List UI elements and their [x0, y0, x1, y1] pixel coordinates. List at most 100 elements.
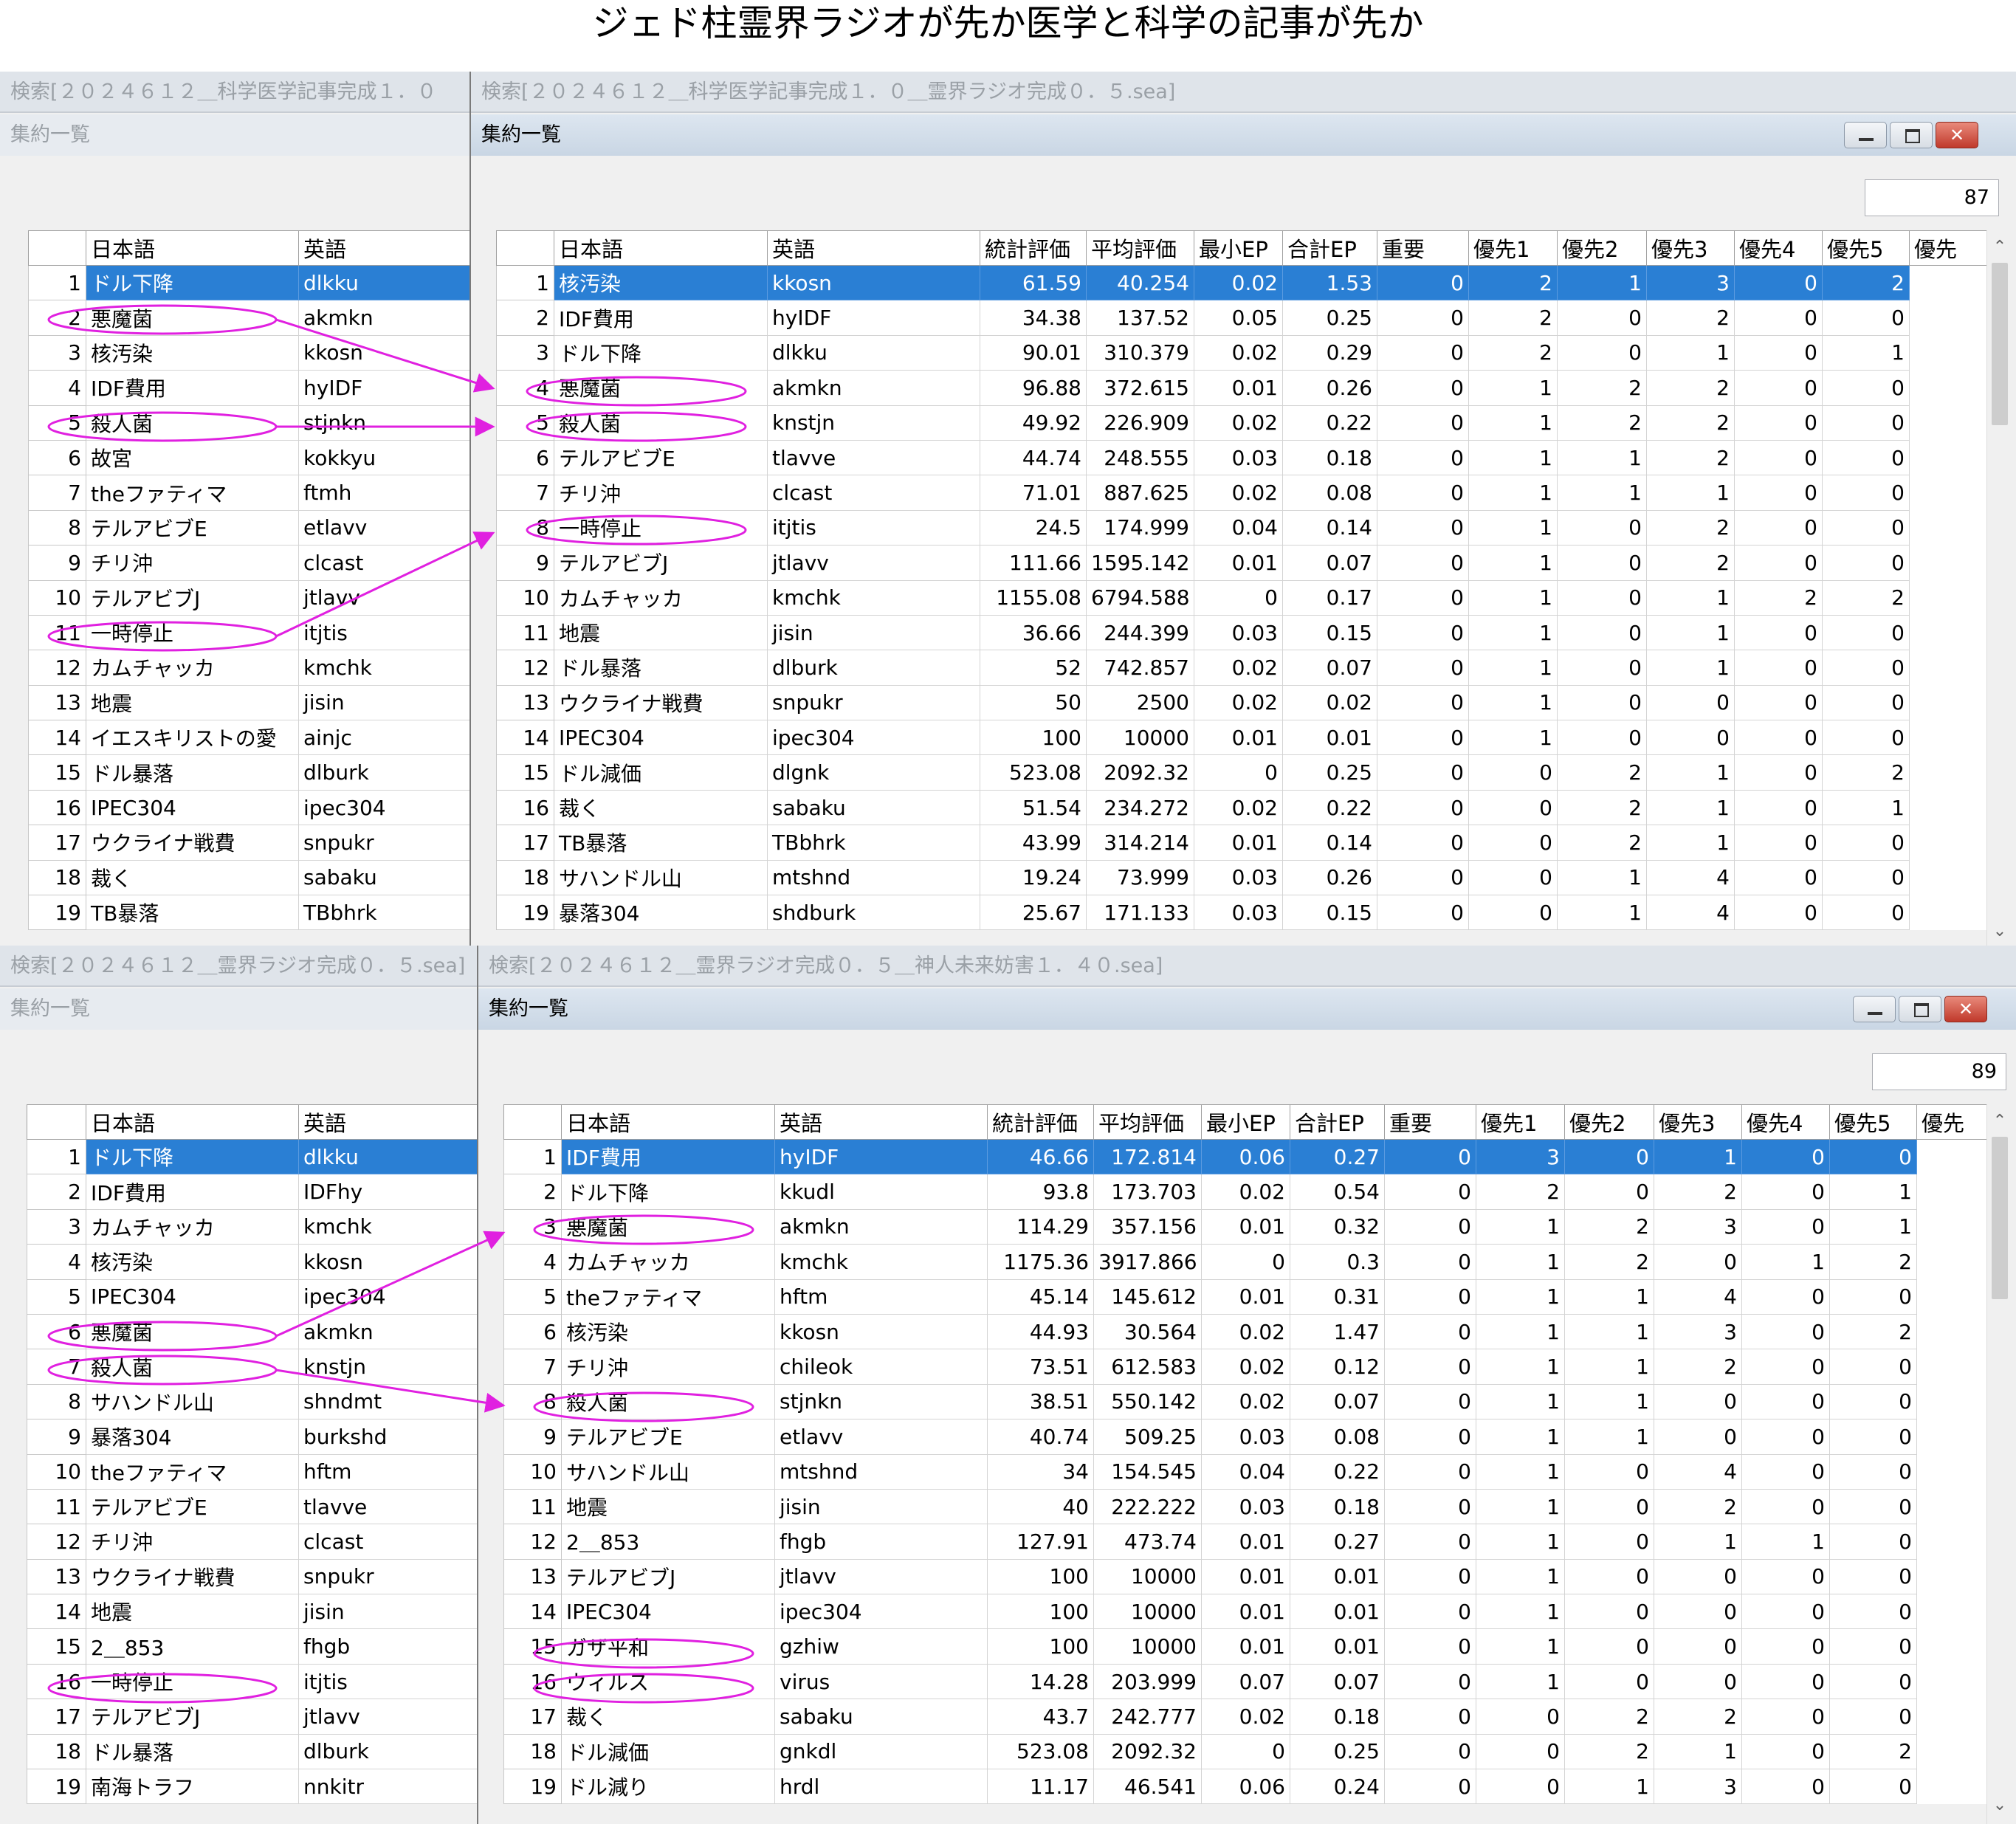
table-cell[interactable]: 1 [1476, 1663, 1565, 1700]
table-cell[interactable]: 2＿853 [86, 1628, 299, 1665]
row-number-header[interactable] [27, 1104, 86, 1140]
table-cell[interactable]: 0 [1654, 1244, 1742, 1280]
table-cell[interactable]: jtlavv [767, 545, 980, 581]
row-number[interactable]: 16 [27, 1663, 86, 1700]
row-number[interactable]: 2 [28, 300, 86, 336]
table-cell[interactable]: hyIDF [298, 370, 469, 406]
table-cell[interactable]: akmkn [298, 1313, 477, 1350]
table-row[interactable]: 14 地震 jisin [27, 1594, 477, 1630]
table-cell[interactable]: 10000 [1093, 1594, 1202, 1630]
table-row[interactable]: 11 地震 jisin 36.66 244.399 0.03 0.15 0 1 0 1 0 0 [496, 614, 1995, 651]
table-cell[interactable]: jtlavv [774, 1558, 988, 1595]
table-cell[interactable]: 222.222 [1093, 1488, 1202, 1525]
table-cell[interactable]: テルアビブJ [86, 579, 299, 616]
table-cell[interactable]: 悪魔菌 [86, 1313, 299, 1350]
table-cell[interactable]: 0 [1384, 1313, 1476, 1350]
table-cell[interactable]: knstjn [298, 1349, 477, 1385]
table-cell[interactable]: 0.01 [1201, 1278, 1290, 1315]
table-cell[interactable]: tlavve [298, 1488, 477, 1525]
table-cell[interactable]: ipec304 [298, 1278, 477, 1315]
table-cell[interactable]: 0 [1377, 789, 1469, 826]
row-number[interactable]: 4 [27, 1244, 86, 1280]
table-cell[interactable]: 1 [1476, 1313, 1565, 1350]
table-cell[interactable]: IDF費用 [86, 370, 299, 406]
table-cell[interactable]: 1 [1468, 720, 1558, 756]
table-cell[interactable]: 0 [1741, 1769, 1830, 1805]
table-cell[interactable]: 一時停止 [86, 614, 299, 651]
table-cell[interactable]: gnkdl [774, 1733, 988, 1770]
row-number[interactable]: 15 [503, 1628, 562, 1665]
chevron-up-icon[interactable]: ⌃ [1987, 1110, 2012, 1132]
table-cell[interactable]: clcast [298, 1524, 477, 1560]
table-cell[interactable]: カムチャッカ [86, 650, 299, 686]
table-cell[interactable]: ドル減価 [554, 754, 768, 791]
table-cell[interactable]: 52 [980, 650, 1087, 686]
table-cell[interactable]: 2 [1654, 1349, 1742, 1385]
table-cell[interactable]: 0.25 [1282, 754, 1377, 791]
table-cell[interactable]: 0.14 [1282, 509, 1377, 546]
table-cell[interactable]: 0 [1377, 264, 1469, 301]
table-cell[interactable]: 1 [1476, 1488, 1565, 1525]
table-cell[interactable]: dlburk [298, 1733, 477, 1770]
row-number[interactable]: 19 [503, 1769, 562, 1805]
table-cell[interactable]: 96.88 [980, 370, 1087, 406]
table-cell[interactable]: 0 [1377, 684, 1469, 721]
table-cell[interactable]: ドル暴落 [86, 1733, 299, 1770]
table-row[interactable]: 7 theファティマ ftmh [28, 475, 469, 511]
table-cell[interactable]: 0 [1377, 650, 1469, 686]
table-cell[interactable]: 0 [1377, 370, 1469, 406]
table-cell[interactable]: 0.03 [1194, 895, 1283, 931]
table-cell[interactable]: 244.399 [1086, 614, 1194, 651]
table-cell[interactable]: 0 [1829, 1663, 1917, 1700]
table-cell[interactable]: 2 [1557, 754, 1647, 791]
table-cell[interactable]: 1 [1557, 475, 1647, 511]
table-cell[interactable]: 2 [1557, 405, 1647, 441]
table-cell[interactable]: TB暴落 [554, 825, 768, 861]
table-cell[interactable]: 40 [987, 1488, 1094, 1525]
row-number[interactable]: 16 [28, 789, 86, 826]
row-number[interactable]: 4 [503, 1244, 562, 1280]
table-cell[interactable]: jtlavv [298, 579, 469, 616]
table-cell[interactable]: 0 [1384, 1558, 1476, 1595]
table-cell[interactable]: テルアビブE [561, 1419, 775, 1455]
table-cell[interactable]: 核汚染 [554, 264, 768, 301]
table-cell[interactable]: 0 [1822, 650, 1910, 686]
column-header[interactable]: 合計EP [1282, 230, 1377, 266]
table-cell[interactable]: 0 [1829, 1769, 1917, 1805]
row-number[interactable]: 12 [503, 1524, 562, 1560]
table-cell[interactable]: 1595.142 [1086, 545, 1194, 581]
table-cell[interactable]: akmkn [774, 1208, 988, 1245]
table-cell[interactable]: itjtis [767, 509, 980, 546]
minimize-icon[interactable] [1844, 122, 1887, 148]
table-row[interactable]: 16 ウィルス virus 14.28 203.999 0.07 0.07 0 1 0 0 0 0 [503, 1663, 2003, 1700]
table-cell[interactable]: 0.26 [1282, 859, 1377, 896]
table-row[interactable]: 19 TB暴落 TBbhrk [28, 895, 469, 931]
table-cell[interactable]: 2 [1654, 1699, 1742, 1735]
table-cell[interactable]: 0 [1564, 1488, 1654, 1525]
table-cell[interactable]: 0 [1194, 754, 1283, 791]
table-cell[interactable]: 0.01 [1201, 1594, 1290, 1630]
table-cell[interactable]: burkshd [298, 1419, 477, 1455]
table-row[interactable]: 13 ウクライナ戦費 snpukr 50 2500 0.02 0.02 0 1 0 0 0 0 [496, 684, 1995, 721]
table-cell[interactable]: 核汚染 [561, 1313, 775, 1350]
table-cell[interactable]: 0.01 [1201, 1558, 1290, 1595]
table-cell[interactable]: 2092.32 [1086, 754, 1194, 791]
window-caption[interactable]: 検索[２０２４６１２＿科学医学記事完成１．０ [0, 72, 469, 113]
table-cell[interactable]: 殺人菌 [86, 1349, 299, 1385]
table-cell[interactable]: 0 [1468, 825, 1558, 861]
table-cell[interactable]: 0 [1384, 1208, 1476, 1245]
table-cell[interactable]: 1 [1822, 789, 1910, 826]
table-cell[interactable]: 0 [1734, 754, 1823, 791]
table-cell[interactable]: 2＿853 [561, 1524, 775, 1560]
table-cell[interactable]: 0.02 [1194, 789, 1283, 826]
table-cell[interactable]: 0.02 [1201, 1313, 1290, 1350]
table-row[interactable]: 19 暴落304 shdburk 25.67 171.133 0.03 0.15 0 0 1 4 0 0 [496, 895, 1995, 931]
row-number[interactable]: 5 [503, 1278, 562, 1315]
table-cell[interactable]: 0 [1557, 614, 1647, 651]
table-cell[interactable]: 一時停止 [86, 1663, 299, 1700]
table-cell[interactable]: shndmt [298, 1383, 477, 1420]
row-number[interactable]: 13 [496, 684, 554, 721]
table-cell[interactable]: 0.03 [1194, 439, 1283, 476]
table-cell[interactable]: 0 [1468, 754, 1558, 791]
table-cell[interactable]: 0.06 [1201, 1138, 1290, 1175]
